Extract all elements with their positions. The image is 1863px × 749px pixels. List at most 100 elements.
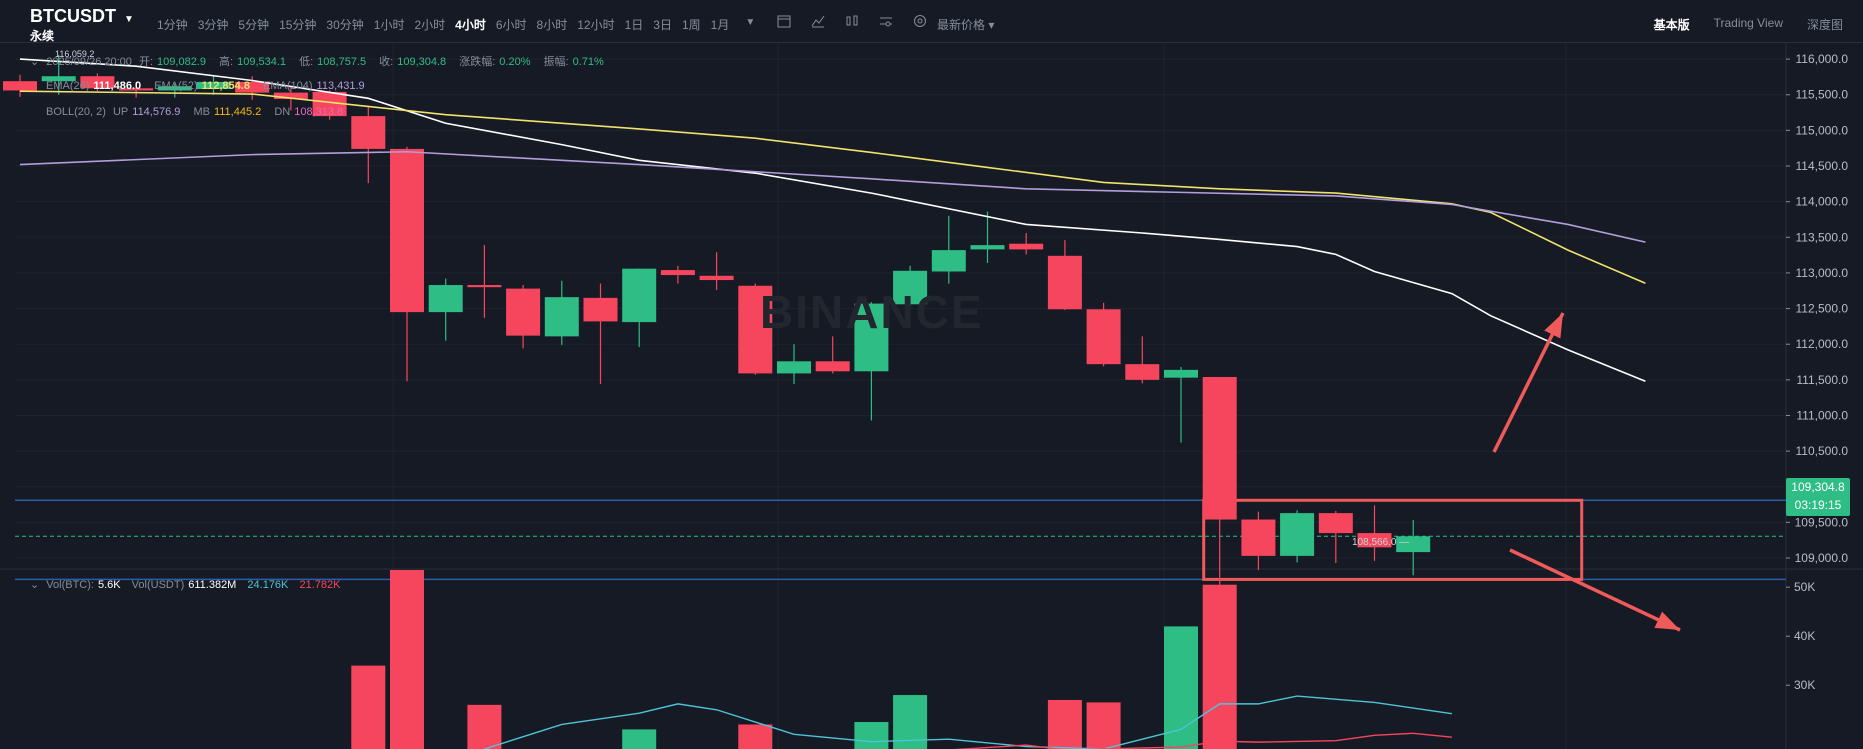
vol-usdt-value: 611.382M	[188, 579, 237, 591]
interval-4[interactable]: 30分钟	[326, 16, 363, 33]
price-tick-label: 112,500.0	[1796, 302, 1849, 316]
volume-tick-label: 50K	[1794, 580, 1815, 594]
collapse-icon[interactable]: ⌄	[30, 56, 39, 68]
interval-11[interactable]: 1日	[625, 16, 644, 33]
contract-type: 永续	[30, 29, 55, 43]
candle-body	[970, 245, 1005, 250]
low-label: 低:	[299, 56, 314, 68]
ema3-label: EMA(104)	[263, 80, 313, 92]
calendar-icon[interactable]	[776, 13, 792, 29]
interval-13[interactable]: 1周	[682, 16, 701, 33]
chart-tools	[776, 13, 946, 29]
down-arrow-shaft	[1509, 548, 1681, 632]
amplitude-value: 0.71%	[572, 56, 604, 68]
down-arrow-head	[1654, 611, 1680, 630]
indicator-icon[interactable]	[810, 13, 826, 29]
volume-bar	[1086, 702, 1121, 749]
compare-icon[interactable]	[844, 13, 860, 29]
candle-body	[583, 297, 618, 322]
candle-body	[660, 270, 695, 276]
open-value: 109,082.9	[157, 56, 206, 68]
volume-bar	[854, 722, 889, 749]
amplitude-label: 振幅:	[543, 56, 569, 68]
interval-3[interactable]: 15分钟	[279, 16, 316, 33]
interval-8[interactable]: 6小时	[496, 16, 527, 33]
vol-btc-label: Vol(BTC):	[46, 579, 94, 591]
interval-9[interactable]: 8小时	[537, 16, 568, 33]
volume-bar	[1164, 626, 1198, 749]
price-tick-label: 109,500.0	[1795, 515, 1849, 529]
ema1-value: 111,486.0	[93, 80, 142, 92]
candle-body	[544, 297, 579, 337]
volume-bar	[390, 570, 424, 749]
price-tick-label: 115,500.0	[1796, 88, 1849, 102]
gear-circle-icon[interactable]	[912, 13, 928, 29]
chart-grid	[0, 42, 1863, 749]
interval-0[interactable]: 1分钟	[157, 16, 188, 33]
boll-up-value: 114,576.9	[132, 106, 181, 118]
candle-body	[1009, 243, 1044, 250]
price-tick-label: 114,500.0	[1796, 159, 1849, 173]
current-price: 109,304.8	[1791, 480, 1845, 494]
ema-legend: EMA(26) 111,486.0 EMA(52) 112,854.8 EMA(10…	[46, 80, 365, 92]
price-tick-label: 115,000.0	[1796, 123, 1849, 137]
volume-bars	[351, 570, 1237, 749]
symbol-name[interactable]: BTCUSDT	[30, 6, 116, 27]
close-value: 109,304.8	[397, 56, 447, 68]
price-tick-label: 114,000.0	[1796, 195, 1849, 209]
interval-more-icon[interactable]: ▼	[745, 17, 755, 33]
high-value: 109,534.1	[237, 56, 287, 68]
interval-1[interactable]: 3分钟	[198, 16, 229, 33]
interval-5[interactable]: 1小时	[374, 16, 405, 33]
interval-10[interactable]: 12小时	[577, 16, 614, 33]
candle-body	[931, 250, 966, 272]
watermark: BINANCE	[760, 286, 984, 338]
volume-bar	[467, 704, 502, 749]
vol-btc-value: 5.6K	[97, 579, 121, 591]
symbol-dropdown-icon[interactable]: ▼	[124, 14, 134, 25]
price-axis: 116,000.0 115,500.0 115,000.0 114,500.0 114,…	[55, 49, 1848, 692]
view-tab-1[interactable]: Trading View	[1714, 16, 1783, 33]
close-label: 收:	[379, 56, 394, 68]
high-label: 高:	[219, 56, 234, 68]
candle-body	[1047, 255, 1082, 310]
interval-14[interactable]: 1月	[711, 16, 730, 33]
candle-body	[351, 116, 386, 149]
collapse-vol-icon[interactable]: ⌄	[30, 579, 39, 591]
price-tick-label: 109,000.0	[1795, 551, 1849, 565]
vol-ma1-value: 24.176K	[247, 579, 289, 591]
interval-selector: 1分钟 3分钟 5分钟 15分钟 30分钟 1小时 2小时 4小时 6小时 8小时 12小时 1日 3日…	[157, 16, 755, 33]
price-tick-label: 111,500.0	[1796, 373, 1848, 387]
candle-countdown: 03:19:15	[1794, 498, 1842, 512]
price-tick-label: 110,500.0	[1796, 444, 1849, 458]
candle-body	[3, 81, 37, 91]
volume-bar	[1202, 584, 1237, 749]
interval-12[interactable]: 3日	[653, 16, 672, 33]
price-type-dropdown[interactable]: 最新价格 ▾	[937, 16, 994, 33]
volume-legend: ⌄ Vol(BTC): 5.6K Vol(USDT) 611.382M 24.176…	[30, 578, 340, 591]
volume-tick-label: 40K	[1794, 629, 1815, 643]
price-tick-label: 111,000.0	[1796, 408, 1848, 422]
horizontal-lines	[15, 499, 1786, 581]
candle-datetime: 2025/09/26 20:00	[46, 56, 132, 68]
annotation-arrows	[1492, 312, 1681, 632]
interval-7[interactable]: 4小时	[455, 16, 486, 33]
interval-2[interactable]: 5分钟	[238, 16, 269, 33]
volume-bar	[738, 724, 773, 749]
boll-mb-value: 111,445.2	[213, 106, 262, 118]
candle-body	[1241, 519, 1276, 556]
ema2-value: 112,854.8	[201, 80, 250, 92]
candle-body	[622, 268, 657, 323]
candle-body	[467, 285, 502, 288]
boll-dn-value: 108,313.8	[294, 106, 344, 118]
candle-body	[699, 275, 734, 281]
price-tick-label: 113,500.0	[1796, 230, 1849, 244]
vol-usdt-label: Vol(USDT)	[131, 579, 185, 591]
candle-body	[390, 148, 424, 313]
candle-body	[1086, 309, 1121, 365]
settings-icon[interactable]	[878, 13, 894, 29]
interval-6[interactable]: 2小时	[414, 16, 445, 33]
view-tab-0[interactable]: 基本版	[1654, 16, 1690, 33]
candle-body	[1202, 376, 1237, 520]
view-tab-2[interactable]: 深度图	[1807, 16, 1843, 33]
